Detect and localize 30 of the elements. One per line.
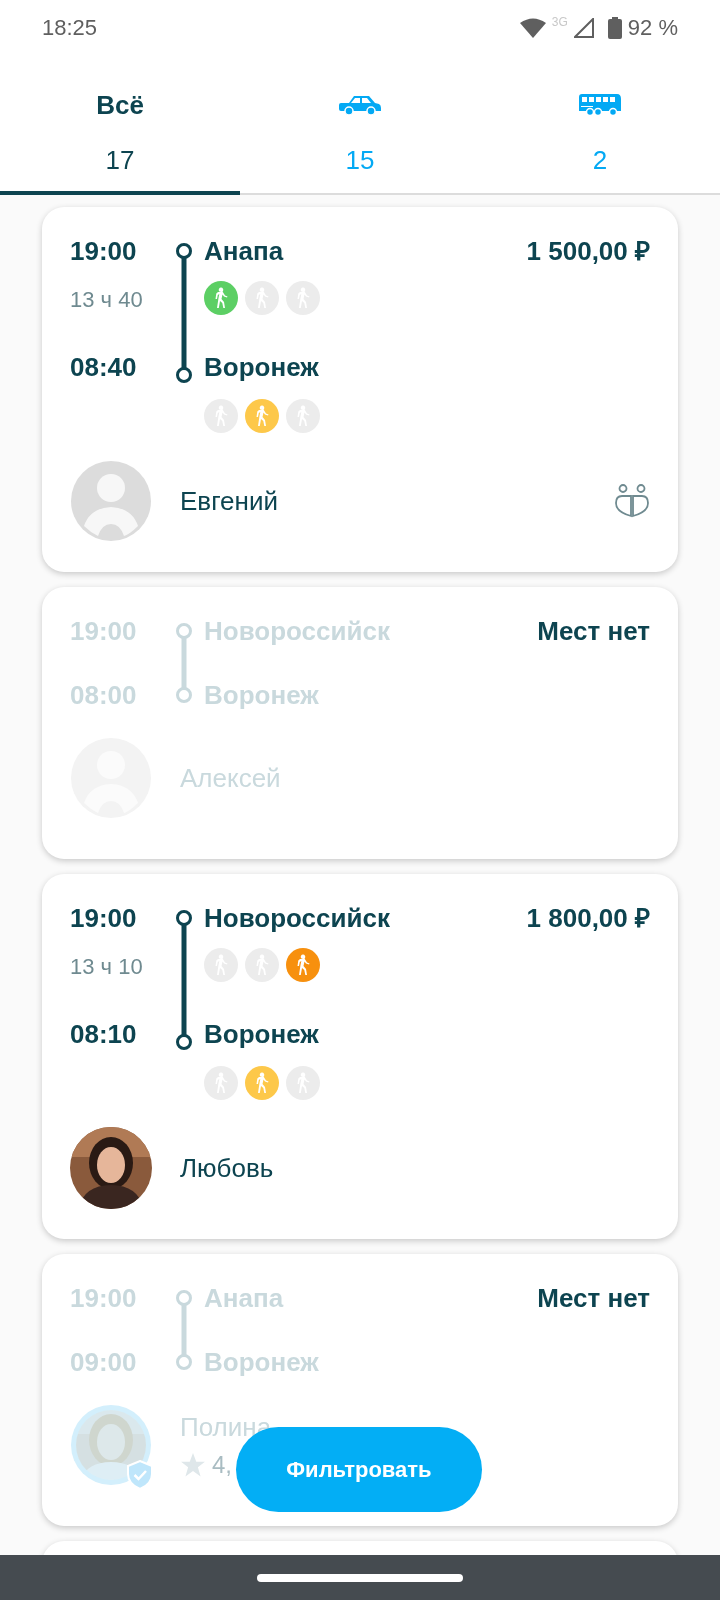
driver-name: Евгений	[180, 484, 279, 518]
no-seats-label: Мест нет	[537, 614, 650, 648]
tab[interactable]: Всё 17	[0, 71, 240, 193]
driver-name: Любовь	[180, 1151, 275, 1185]
star-icon	[180, 1451, 206, 1478]
trip-duration: 13 ч 40	[70, 286, 143, 314]
car-icon	[339, 94, 381, 117]
trip-duration: 13 ч 10	[70, 953, 143, 981]
battery-level: 92 %	[627, 14, 678, 43]
departure-city: Новороссийск	[204, 901, 390, 935]
trip-price: 1 500,00 ₽	[526, 234, 650, 268]
signal-icon	[573, 17, 594, 38]
trip-card[interactable]: 19:00 Новороссийск 1 800,00 ₽ 13 ч 10 08:10 Воронеж Любовь	[42, 874, 678, 1239]
trip-card[interactable]: 19:00 Анапа 1 500,00 ₽ 13 ч 40 08:40 Воронеж Евгений	[42, 207, 678, 572]
departure-time: 19:00	[70, 234, 137, 268]
arrival-city: Воронеж	[204, 350, 319, 384]
arrival-time: 08:40	[70, 350, 137, 384]
arrival-city: Воронеж	[204, 1017, 319, 1051]
departure-city: Анапа	[204, 234, 284, 268]
departure-time: 19:00	[70, 901, 137, 935]
avatar-placeholder-icon	[70, 460, 152, 542]
trip-price: 1 800,00 ₽	[526, 901, 650, 935]
arrival-time: 08:10	[70, 1017, 137, 1051]
driver-rating: 4,	[212, 1449, 232, 1480]
bus-icon	[579, 93, 621, 118]
home-handle[interactable]	[257, 1573, 463, 1582]
no-seats-label: Мест нет	[537, 1281, 650, 1315]
clock-time: 18:25	[42, 14, 98, 43]
wifi-icon	[519, 17, 546, 38]
battery-icon	[607, 16, 622, 39]
